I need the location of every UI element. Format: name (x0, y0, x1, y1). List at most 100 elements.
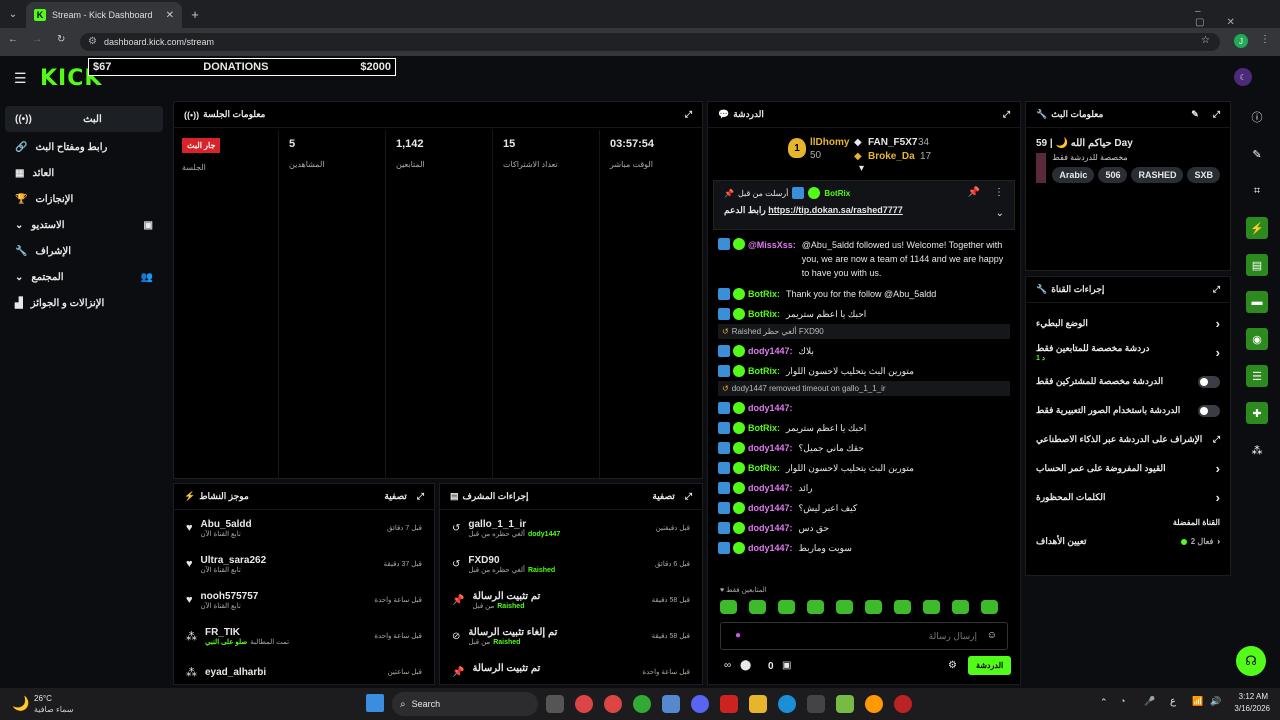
folder-icon[interactable] (749, 695, 767, 713)
collapse-icon[interactable]: ▾ (859, 163, 864, 174)
chat-message[interactable]: dody1447: حق دس (708, 518, 1020, 538)
info-icon[interactable]: ⓘ (1246, 106, 1268, 128)
window-controls[interactable]: –▢✕ (1195, 6, 1280, 28)
mod-action-item[interactable]: ↺ FXD90 ألغي حظره من قبل Raished قبل 6 دقائق (440, 546, 702, 582)
pen-icon[interactable]: ✎ (1246, 143, 1268, 165)
chat-message[interactable]: dody1447: رائد (708, 478, 1020, 498)
mod-action-by[interactable]: Raished (493, 639, 520, 646)
tag-chip[interactable]: Arabic (1052, 167, 1095, 183)
top-gifter-3[interactable]: Broke_Da (868, 151, 915, 162)
chat-username[interactable]: dody1447: (748, 443, 793, 453)
windows-start-icon[interactable] (366, 694, 384, 712)
chat-message[interactable]: dody1447: حقك ماني جميل؟ (708, 438, 1020, 458)
chat-username[interactable]: dody1447: (748, 543, 793, 553)
mod-action-item[interactable]: 📌 تم تثبيت الرسالة من قبل Raished قبل 58 دقي… (440, 582, 702, 618)
pinned-link[interactable]: https://tip.dokan.sa/rashed7777 (768, 205, 903, 215)
chrome-icon[interactable] (633, 695, 651, 713)
language-indicator[interactable]: ع (1170, 696, 1176, 707)
filter-button[interactable]: تصفية (384, 491, 406, 502)
mod-action-item[interactable]: ↺ gallo_1_1_ir ألغي حظره من قبل dody1447 قبل… (440, 510, 702, 546)
infinity-icon[interactable]: ∞ (724, 660, 731, 671)
weather-temp[interactable]: 26°C (34, 694, 52, 703)
crop-icon[interactable]: ⌗ (1246, 180, 1268, 202)
top-gifter-2[interactable]: FAN_F5X7 (868, 137, 917, 148)
activity-user[interactable]: Ultra_sara262 (201, 555, 267, 566)
chat-username[interactable]: BotRix: (748, 423, 780, 433)
browser-tab[interactable]: K Stream - Kick Dashboard ✕ (26, 2, 182, 28)
document-icon[interactable]: ▤ (1246, 254, 1268, 276)
chat-message[interactable]: dody1447: بلاك (708, 341, 1020, 361)
activity-user[interactable]: FR_TIK (205, 627, 289, 638)
sidebar-item-drops[interactable]: ▟ الإنزالات و الجوائز (5, 290, 163, 316)
activity-item[interactable]: ⁂ eyad_alharbi قبل ساعتين (174, 654, 434, 684)
more-icon[interactable]: ⋮ (994, 187, 1004, 198)
chrome-icon[interactable] (575, 695, 593, 713)
mod-action-by[interactable]: dody1447 (528, 531, 560, 538)
hamburger-menu-icon[interactable]: ☰ (14, 70, 27, 87)
app-a-icon[interactable] (720, 695, 738, 713)
browser-menu-icon[interactable]: ⋮ (1260, 34, 1270, 45)
top-gifter-1[interactable]: llDhomy (810, 137, 849, 148)
clock-date[interactable]: 3/16/2026 (1226, 704, 1270, 713)
edge-icon[interactable] (778, 695, 796, 713)
emote-icon[interactable] (720, 600, 737, 614)
expand-icon[interactable]: ⤢ (685, 109, 692, 120)
chat-username[interactable]: BotRix: (748, 309, 780, 319)
emote-icon[interactable] (749, 600, 766, 614)
chat-message[interactable]: BotRix: متورين البث يتحليب لاحسون اللوار (708, 361, 1020, 381)
taskbar-search[interactable]: ⌕ Search (392, 692, 538, 716)
emote-icon[interactable] (894, 600, 911, 614)
activity-item[interactable]: ♥ nooh575757 تابع القناة الآن قبل ساعة واحد… (174, 582, 434, 618)
chat-message[interactable]: dody1447: سويت وماربط (708, 538, 1020, 558)
chat-message[interactable]: dody1447: (708, 398, 1020, 418)
chat-message[interactable]: BotRix: Thank you for the follow @Abu_5al… (708, 284, 1020, 304)
new-tab-icon[interactable]: + (188, 7, 202, 22)
chat-input[interactable]: ● إرسال رسالة ☺ (720, 622, 1008, 650)
user-avatar[interactable]: ☾ (1234, 68, 1252, 86)
expand-icon[interactable]: ⤢ (1003, 109, 1010, 120)
sidebar-item-revenue[interactable]: ▦ العائد (5, 160, 163, 186)
emote-icon[interactable] (807, 600, 824, 614)
app-icon[interactable] (865, 695, 883, 713)
sidebar-item-stream-key[interactable]: 🔗 رابط ومفتاح البث (5, 134, 163, 160)
site-info-icon[interactable]: ⚙ (88, 36, 97, 47)
sidebar-item-moderation[interactable]: 🔧 الإشراف (5, 238, 163, 264)
edit-icon[interactable]: ✎ (1191, 109, 1199, 120)
expand-icon[interactable]: ⤢ (417, 491, 424, 502)
chat-icon[interactable]: ▬ (1246, 291, 1268, 313)
mic-tray-icon[interactable]: 🎤 (1144, 696, 1155, 707)
close-tab-icon[interactable]: ✕ (166, 10, 174, 21)
activity-item[interactable]: ♥ Abu_5aldd تابع القناة الآن قبل 7 دقائق (174, 510, 434, 546)
set-goals-item[interactable]: تعيين الأهداف فعال 2 › (1026, 527, 1230, 556)
channel-action-item[interactable]: الدردشة باستخدام الصور التعبيرية فقط (1026, 396, 1230, 425)
settings-icon[interactable]: ⚙ (948, 660, 957, 671)
tag-chip[interactable]: SXB (1187, 167, 1220, 183)
gift-icon[interactable]: ▣ (782, 660, 791, 671)
activity-user[interactable]: nooh575757 (201, 591, 259, 602)
wrench-icon[interactable]: ✚ (1246, 402, 1268, 424)
emote-icon[interactable] (981, 600, 998, 614)
list-icon[interactable]: ☰ (1246, 365, 1268, 387)
mic-icon[interactable]: ● (735, 630, 741, 641)
copilot-icon[interactable] (662, 695, 680, 713)
app-icon[interactable] (894, 695, 912, 713)
task-view-icon[interactable] (546, 695, 564, 713)
channel-action-item[interactable]: الكلمات المحظورة › (1026, 483, 1230, 512)
chat-message[interactable]: dody1447: كيف اعبر ليش؟ (708, 498, 1020, 518)
sidebar-item-achievements[interactable]: 🏆 الإنجازات (5, 186, 163, 212)
emote-icon[interactable] (952, 600, 969, 614)
sidebar-item-stream[interactable]: ((•)) البث (5, 106, 163, 132)
bookmark-star-icon[interactable]: ☆ (1201, 35, 1210, 46)
mod-action-item[interactable]: 📌 تم تثبيت الرسالة قبل ساعة واحدة (440, 654, 702, 684)
chrome-icon[interactable] (604, 695, 622, 713)
filter-button[interactable]: تصفية (652, 491, 674, 502)
emote-icon[interactable] (923, 600, 940, 614)
mod-action-by[interactable]: Raished (528, 567, 555, 574)
toggle-switch[interactable] (1198, 375, 1220, 388)
back-icon[interactable]: ← (8, 34, 18, 45)
chat-username[interactable]: dody1447: (748, 346, 793, 356)
activity-item[interactable]: ⁂ FR_TIK تمت المطالبةصلو على النبي قبل ساعة… (174, 618, 434, 654)
wifi-icon[interactable]: 📶 (1192, 696, 1203, 707)
unpin-icon[interactable]: 📌 (968, 187, 980, 198)
discord-icon[interactable] (691, 695, 709, 713)
